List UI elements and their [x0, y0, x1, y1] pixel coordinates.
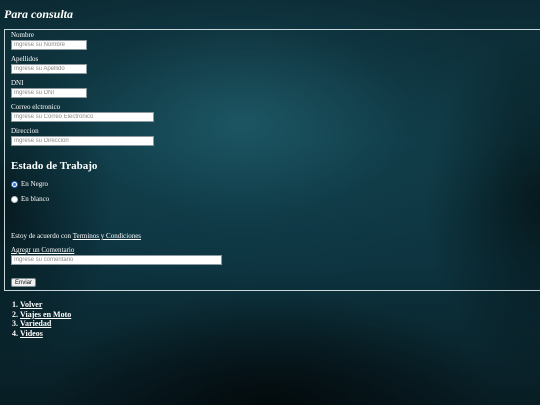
- nav-item-variedad: Variedad: [20, 319, 71, 329]
- nav-link-variedad[interactable]: Variedad: [20, 319, 51, 328]
- apellidos-input[interactable]: [11, 64, 87, 74]
- nombre-field-group: Nombre: [11, 31, 87, 50]
- radio-unchecked-icon[interactable]: [11, 195, 18, 203]
- nav-item-volver: Volver: [20, 300, 71, 310]
- page-title: Para consulta: [4, 7, 74, 21]
- direccion-field-group: Direccion: [11, 127, 154, 146]
- consulta-form: Nombre Apellidos DNI Correo elctronico D…: [4, 29, 540, 291]
- direccion-input[interactable]: [11, 136, 154, 146]
- nav-link-volver[interactable]: Volver: [20, 300, 42, 309]
- nav-item-viajes: Viajes en Moto: [20, 310, 71, 320]
- correo-input[interactable]: [11, 112, 154, 122]
- nav-item-videos: Videos: [20, 329, 71, 339]
- direccion-label: Direccion: [11, 127, 39, 135]
- terms-line: Estoy de acuerdo con Terminos y Condicio…: [11, 232, 141, 240]
- nav-list: Volver Viajes en Moto Variedad Videos: [12, 300, 71, 338]
- estado-heading: Estado de Trabajo: [11, 160, 98, 172]
- nav-link-viajes[interactable]: Viajes en Moto: [20, 310, 71, 319]
- apellidos-field-group: Apellidos: [11, 55, 87, 74]
- dni-input[interactable]: [11, 88, 87, 98]
- terms-text: Estoy de acuerdo con: [11, 232, 72, 240]
- dni-field-group: DNI: [11, 79, 87, 98]
- nombre-label: Nombre: [11, 31, 34, 39]
- radio-checked-icon[interactable]: [11, 180, 18, 188]
- comentario-field-group: Agregr un Comentario: [11, 246, 222, 265]
- correo-field-group: Correo elctronico: [11, 103, 154, 122]
- terms-link[interactable]: Terminos y Condiciones: [73, 232, 141, 240]
- nombre-input[interactable]: [11, 40, 87, 50]
- comentario-label: Agregr un Comentario: [11, 246, 75, 254]
- radio-en-blanco-label: En blanco: [21, 195, 50, 203]
- correo-label: Correo elctronico: [11, 103, 61, 111]
- radio-en-negro-label: En Negro: [21, 180, 49, 188]
- radio-en-negro[interactable]: En Negro: [11, 180, 48, 188]
- enviar-button[interactable]: Enviar: [11, 278, 37, 287]
- comentario-input[interactable]: [11, 255, 222, 265]
- dni-label: DNI: [11, 79, 24, 87]
- apellidos-label: Apellidos: [11, 55, 39, 63]
- radio-en-blanco[interactable]: En blanco: [11, 195, 49, 203]
- nav-link-videos[interactable]: Videos: [20, 329, 43, 338]
